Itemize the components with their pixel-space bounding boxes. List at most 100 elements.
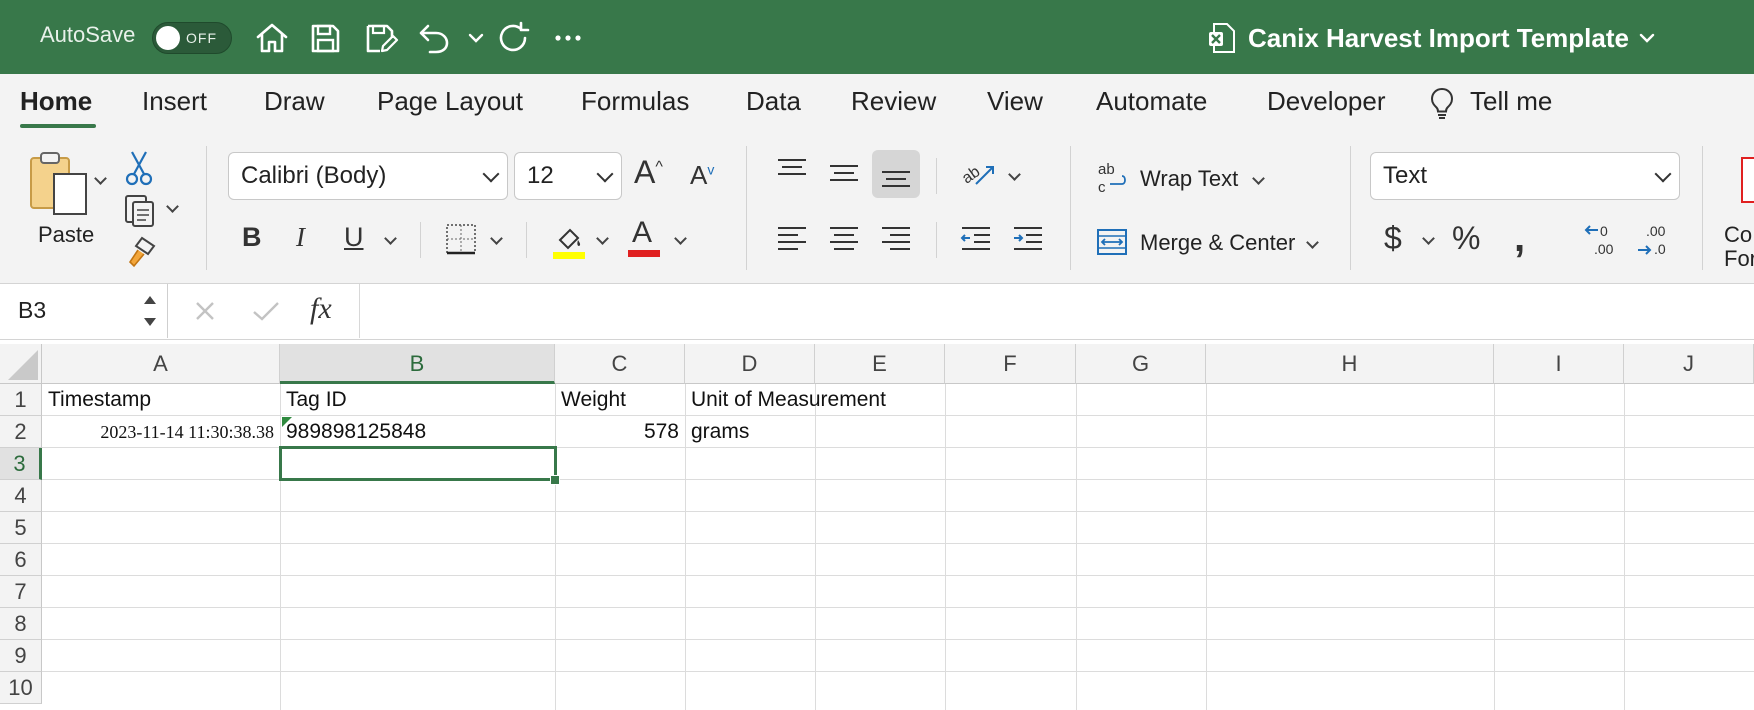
tab-automate[interactable]: Automate <box>1096 86 1207 117</box>
column-header-h[interactable]: H <box>1206 344 1494 384</box>
tab-page-layout[interactable]: Page Layout <box>377 86 523 117</box>
paste-options-chevron-icon[interactable] <box>94 172 107 185</box>
row-header-2[interactable]: 2 <box>0 416 42 448</box>
lightbulb-icon[interactable] <box>1428 86 1456 120</box>
increase-font-size-icon[interactable]: A^ <box>634 156 663 188</box>
percent-style-icon[interactable]: % <box>1452 222 1480 254</box>
tab-developer[interactable]: Developer <box>1267 86 1386 117</box>
currency-format-icon[interactable]: $ <box>1384 222 1402 254</box>
row-header-3[interactable]: 3 <box>0 448 42 480</box>
home-icon[interactable] <box>252 18 292 58</box>
autosave-toggle[interactable]: OFF <box>152 22 232 54</box>
align-top-icon[interactable] <box>776 156 808 186</box>
cell-b2[interactable]: 989898125848 <box>282 416 555 448</box>
tab-tell-me[interactable]: Tell me <box>1470 86 1552 117</box>
align-left-icon[interactable] <box>776 224 808 254</box>
row-header-9[interactable]: 9 <box>0 640 42 672</box>
column-header-a[interactable]: A <box>42 344 280 384</box>
underline-options-chevron-icon[interactable] <box>384 232 397 245</box>
font-size-dropdown[interactable]: 12 <box>514 152 622 200</box>
cell-a2[interactable]: 2023-11-14 11:30:38.38 <box>44 416 280 448</box>
insert-function-icon[interactable]: fx <box>310 292 332 326</box>
tab-home[interactable]: Home <box>20 86 92 117</box>
name-box[interactable]: B3 <box>0 284 168 338</box>
column-header-c[interactable]: C <box>555 344 685 384</box>
cut-icon[interactable] <box>124 150 154 186</box>
decrease-indent-icon[interactable] <box>960 224 992 254</box>
italic-button[interactable]: I <box>296 224 305 251</box>
save-as-icon[interactable] <box>360 18 400 58</box>
more-icon[interactable] <box>548 18 588 58</box>
name-box-stepper-icon[interactable] <box>142 292 158 330</box>
comma-style-icon[interactable]: , <box>1514 218 1525 258</box>
paste-button[interactable] <box>28 150 94 222</box>
row-header-10[interactable]: 10 <box>0 672 42 704</box>
increase-decimal-icon[interactable]: 0.00 <box>1584 222 1624 260</box>
currency-chevron-icon[interactable] <box>1422 232 1435 245</box>
column-header-j[interactable]: J <box>1624 344 1754 384</box>
document-title[interactable]: Canix Harvest Import Template <box>1208 20 1657 56</box>
column-header-g[interactable]: G <box>1076 344 1206 384</box>
cell-c1[interactable]: Weight <box>557 384 685 416</box>
tab-formulas[interactable]: Formulas <box>581 86 689 117</box>
tab-view[interactable]: View <box>987 86 1043 117</box>
row-header-1[interactable]: 1 <box>0 384 42 416</box>
undo-dropdown-chevron-icon[interactable] <box>456 18 484 58</box>
cell-d1[interactable]: Unit of Measurement <box>687 384 947 416</box>
formula-input[interactable] <box>366 284 1754 338</box>
tab-data[interactable]: Data <box>746 86 801 117</box>
cell-c2[interactable]: 578 <box>557 416 685 448</box>
row-header-8[interactable]: 8 <box>0 608 42 640</box>
row-header-7[interactable]: 7 <box>0 576 42 608</box>
fill-color-icon[interactable] <box>552 222 586 260</box>
borders-icon[interactable] <box>444 222 478 256</box>
merge-center-button[interactable]: Merge & Center <box>1096 224 1326 264</box>
fill-handle[interactable] <box>550 475 560 485</box>
align-right-icon[interactable] <box>880 224 912 254</box>
conditional-formatting-label[interactable]: Co <box>1724 222 1752 248</box>
tab-review[interactable]: Review <box>851 86 936 117</box>
copy-icon[interactable] <box>122 192 158 228</box>
text-orientation-icon[interactable]: ab <box>960 156 996 190</box>
undo-icon[interactable] <box>414 18 454 58</box>
copy-options-chevron-icon[interactable] <box>166 200 179 213</box>
decrease-font-size-icon[interactable]: Av <box>690 162 714 188</box>
conditional-formatting-icon[interactable] <box>1740 156 1754 204</box>
column-header-e[interactable]: E <box>815 344 945 384</box>
select-all-corner[interactable] <box>0 344 42 384</box>
row-header-6[interactable]: 6 <box>0 544 42 576</box>
font-name-dropdown[interactable]: Calibri (Body) <box>228 152 508 200</box>
cell-d2[interactable]: grams <box>687 416 815 448</box>
font-color-button[interactable]: A <box>632 218 652 248</box>
format-painter-icon[interactable] <box>124 236 156 268</box>
bold-button[interactable]: B <box>242 224 262 251</box>
align-bottom-button[interactable] <box>872 150 920 198</box>
column-header-i[interactable]: I <box>1494 344 1624 384</box>
borders-chevron-icon[interactable] <box>490 232 503 245</box>
decrease-decimal-icon[interactable]: .00.0 <box>1636 222 1676 260</box>
row-header-4[interactable]: 4 <box>0 480 42 512</box>
selected-cell-b3[interactable] <box>279 446 557 481</box>
font-color-chevron-icon[interactable] <box>674 232 687 245</box>
increase-indent-icon[interactable] <box>1012 224 1044 254</box>
row-header-5[interactable]: 5 <box>0 512 42 544</box>
tab-draw[interactable]: Draw <box>264 86 325 117</box>
save-icon[interactable] <box>305 18 345 58</box>
fill-color-chevron-icon[interactable] <box>596 232 609 245</box>
number-format-dropdown[interactable]: Text <box>1370 152 1680 200</box>
column-header-b[interactable]: B <box>280 344 555 384</box>
wrap-text-button[interactable]: ab c Wrap Text <box>1096 160 1276 200</box>
cancel-icon[interactable] <box>194 300 216 322</box>
enter-check-icon[interactable] <box>252 300 280 322</box>
align-center-icon[interactable] <box>828 224 860 254</box>
orientation-chevron-icon[interactable] <box>1008 168 1021 181</box>
redo-icon[interactable] <box>494 18 534 58</box>
column-header-d[interactable]: D <box>685 344 815 384</box>
error-indicator-icon[interactable] <box>282 417 292 427</box>
tab-insert[interactable]: Insert <box>142 86 207 117</box>
column-header-f[interactable]: F <box>945 344 1076 384</box>
underline-button[interactable]: U <box>344 224 364 251</box>
cell-a1[interactable]: Timestamp <box>44 384 280 416</box>
cell-b1[interactable]: Tag ID <box>282 384 555 416</box>
align-middle-icon[interactable] <box>828 160 860 190</box>
